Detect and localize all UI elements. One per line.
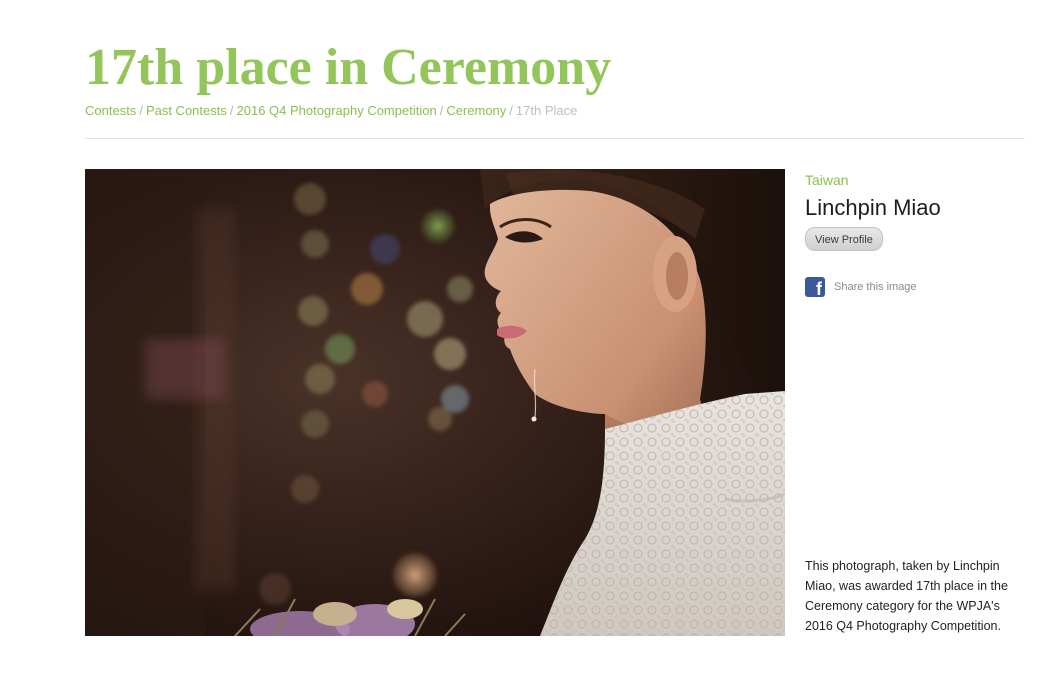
breadcrumb-competition[interactable]: 2016 Q4 Photography Competition	[237, 103, 437, 118]
view-profile-button[interactable]: View Profile	[805, 227, 883, 251]
photographer-name: Linchpin Miao	[805, 195, 941, 220]
breadcrumb-separator: /	[509, 103, 513, 118]
header-divider	[85, 138, 1025, 139]
breadcrumb-past-contests[interactable]: Past Contests	[146, 103, 227, 118]
share-facebook-button[interactable]: f Share this image	[805, 277, 917, 299]
photo-description: This photograph, taken by Linchpin Miao,…	[805, 559, 1008, 633]
breadcrumb-current: 17th Place	[515, 103, 578, 118]
photographer-country[interactable]: Taiwan	[805, 172, 849, 188]
breadcrumb: Contests / Past Contests/2016 Q4 Photograp…	[85, 102, 577, 120]
breadcrumb-separator: /	[229, 103, 234, 118]
share-label[interactable]: Share this image	[834, 281, 917, 293]
breadcrumb-contests[interactable]: Contests	[85, 103, 136, 118]
photo-sidebar: Taiwan Linchpin Miao View Profile f Shar…	[805, 169, 1030, 636]
facebook-icon[interactable]: f	[805, 277, 825, 299]
page-title: 17th place in Ceremony	[85, 39, 612, 96]
contest-photo[interactable]	[85, 169, 785, 636]
breadcrumb-separator: /	[139, 103, 143, 118]
breadcrumb-separator: /	[439, 103, 444, 118]
breadcrumb-category[interactable]: Ceremony	[446, 103, 506, 118]
photo-artwork	[85, 169, 785, 636]
